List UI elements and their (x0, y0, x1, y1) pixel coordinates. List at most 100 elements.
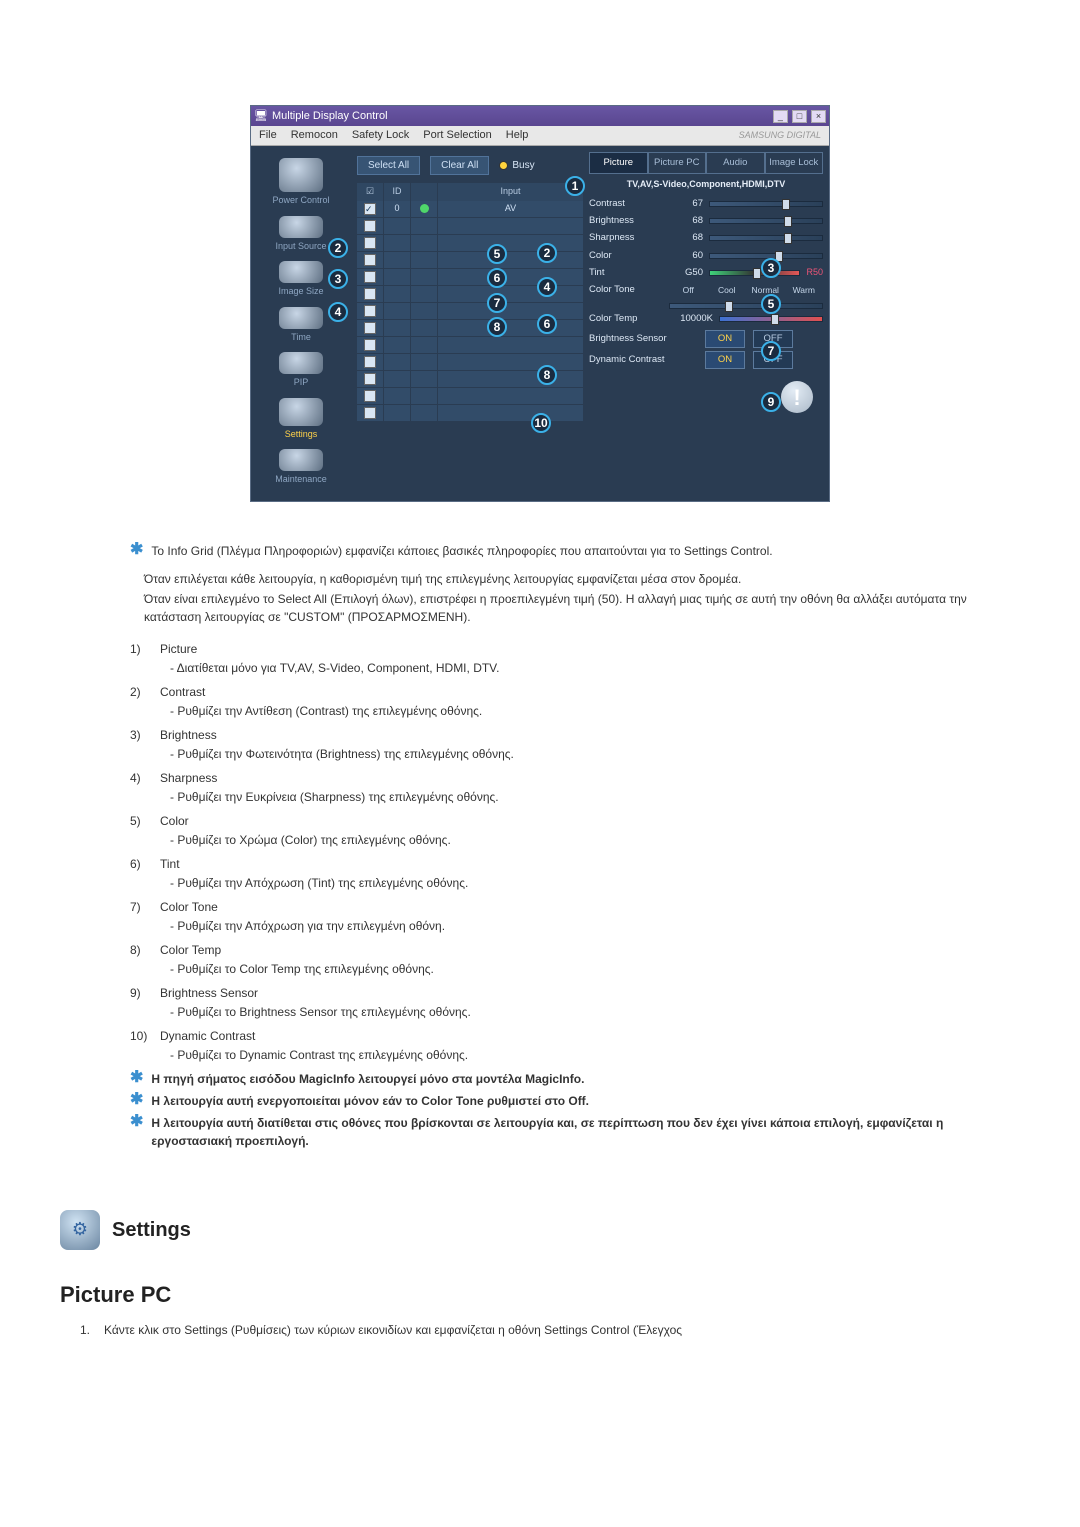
item-number: 1) (130, 640, 152, 677)
row-check[interactable] (357, 320, 383, 336)
callout-9: 9 (761, 392, 781, 412)
menu-remocon[interactable]: Remocon (291, 127, 338, 144)
row-check[interactable] (357, 371, 383, 387)
colortemp-label: Color Temp (589, 312, 663, 326)
item-title: Picture (160, 640, 499, 658)
item-number: 9) (130, 984, 152, 1021)
row-check[interactable] (357, 286, 383, 302)
list-item: 4)Sharpness- Ρυθμίζει την Ευκρίνεια (Sha… (130, 769, 1020, 806)
maximize-icon[interactable]: □ (792, 110, 807, 123)
item-desc: - Ρυθμίζει το Dynamic Contrast της επιλε… (170, 1046, 468, 1064)
colortemp-slider[interactable] (719, 316, 823, 322)
bsensor-on-button[interactable]: ON (705, 330, 745, 348)
row-check[interactable] (357, 388, 383, 404)
sidebar-label-time: Time (291, 331, 311, 345)
tint-slider[interactable] (709, 270, 800, 276)
intro-note: ✱ Το Info Grid (Πλέγμα Πληροφοριών) εμφα… (130, 542, 1020, 560)
callout-4: 4 (537, 277, 557, 297)
row-check[interactable] (357, 269, 383, 285)
row-check[interactable] (357, 337, 383, 353)
brightness-slider[interactable] (709, 218, 823, 224)
sidebar-label-pip: PIP (294, 376, 309, 390)
star-note-text: Η λειτουργία αυτή διατίθεται στις οθόνες… (151, 1114, 1020, 1150)
numbered-list: 1)Picture- Διατίθεται μόνο για TV,AV, S-… (130, 640, 1020, 1064)
list-item: 1)Picture- Διατίθεται μόνο για TV,AV, S-… (130, 640, 1020, 677)
colortone-slider[interactable] (669, 303, 823, 309)
window-controls[interactable]: _ □ × (772, 108, 826, 125)
titlebar: 🖥 Multiple Display Control _ □ × (251, 106, 829, 126)
tone-warm: Warm (785, 284, 824, 297)
row-id: 0 (384, 201, 410, 217)
callout-7: 7 (761, 341, 781, 361)
tab-audio[interactable]: Audio (706, 152, 765, 174)
tint-row: Tint G50 R50 (589, 266, 823, 280)
star-note-text: Η πηγή σήματος εισόδου MagicInfo λειτουρ… (151, 1070, 584, 1088)
row-check[interactable] (357, 405, 383, 421)
row-check[interactable] (357, 252, 383, 268)
menu-file[interactable]: File (259, 127, 277, 144)
star-icon: ✱ (130, 1114, 143, 1150)
tab-picturepc[interactable]: Picture PC (648, 152, 707, 174)
power-control-icon[interactable] (279, 158, 323, 192)
tab-imagelock[interactable]: Image Lock (765, 152, 824, 174)
item-desc: - Ρυθμίζει το Χρώμα (Color) της επιλεγμέ… (170, 831, 451, 849)
item-title: Brightness (160, 726, 514, 744)
dcontrast-on-button[interactable]: ON (705, 351, 745, 369)
image-size-icon[interactable] (279, 261, 323, 283)
callout-4: 4 (328, 302, 348, 322)
row-check[interactable] (357, 354, 383, 370)
star-note-text: Η λειτουργία αυτή ενεργοποιείται μόνον ε… (151, 1092, 589, 1110)
contrast-slider[interactable] (709, 201, 823, 207)
menu-safetylock[interactable]: Safety Lock (352, 127, 409, 144)
time-icon[interactable] (279, 307, 323, 329)
colortone-label: Color Tone (589, 283, 663, 297)
close-icon[interactable]: × (811, 110, 826, 123)
step-text: Κάντε κλικ στο Settings (Ρυθμίσεις) των … (104, 1321, 682, 1339)
color-label: Color (589, 249, 663, 263)
mdc-window: 🖥 Multiple Display Control _ □ × File Re… (250, 105, 830, 502)
item-desc: - Ρυθμίζει την Αντίθεση (Contrast) της ε… (170, 702, 482, 720)
sidebar-label-settings: Settings (285, 428, 318, 442)
row-check[interactable] (357, 201, 383, 217)
maintenance-icon[interactable] (279, 449, 323, 471)
sharpness-value: 68 (669, 231, 703, 245)
item-desc: - Ρυθμίζει την Φωτεινότητα (Brightness) … (170, 745, 514, 763)
color-row: Color 60 (589, 249, 823, 263)
callout-2: 2 (537, 243, 557, 263)
grid-col-id: ID (384, 183, 410, 201)
settings-icon[interactable] (279, 398, 323, 426)
callout-8: 8 (487, 317, 507, 337)
sidebar-label-image: Image Size (278, 285, 323, 299)
item-number: 3) (130, 726, 152, 763)
item-number: 8) (130, 941, 152, 978)
item-title: Color Temp (160, 941, 434, 959)
list-item: 2)Contrast- Ρυθμίζει την Αντίθεση (Contr… (130, 683, 1020, 720)
app-title: Multiple Display Control (272, 108, 388, 125)
item-title: Contrast (160, 683, 482, 701)
row-check[interactable] (357, 235, 383, 251)
star-icon: ✱ (130, 1070, 143, 1088)
list-item: 8)Color Temp- Ρυθμίζει το Color Temp της… (130, 941, 1020, 978)
menu-help[interactable]: Help (506, 127, 529, 144)
color-slider[interactable] (709, 253, 823, 259)
pip-icon[interactable] (279, 352, 323, 374)
callout-5: 5 (761, 294, 781, 314)
unnamed-sidebar-icon[interactable] (279, 216, 323, 238)
item-desc: - Ρυθμίζει την Απόχρωση (Tint) της επιλε… (170, 874, 468, 892)
row-check[interactable] (357, 303, 383, 319)
contrast-row: Contrast 67 (589, 197, 823, 211)
select-all-button[interactable]: Select All (357, 156, 420, 175)
callout-3: 3 (328, 269, 348, 289)
grid-col-status (411, 183, 437, 201)
row-check[interactable] (357, 218, 383, 234)
menubar: File Remocon Safety Lock Port Selection … (251, 126, 829, 146)
row-input: AV (438, 201, 583, 217)
para-1: Όταν επιλέγεται κάθε λειτουργία, η καθορ… (144, 570, 1020, 588)
clear-all-button[interactable]: Clear All (430, 156, 489, 175)
menu-portselection[interactable]: Port Selection (423, 127, 491, 144)
list-item: 10)Dynamic Contrast- Ρυθμίζει το Dynamic… (130, 1027, 1020, 1064)
minimize-icon[interactable]: _ (773, 110, 788, 123)
sharpness-slider[interactable] (709, 235, 823, 241)
tab-picture[interactable]: Picture (589, 152, 648, 174)
item-number: 5) (130, 812, 152, 849)
